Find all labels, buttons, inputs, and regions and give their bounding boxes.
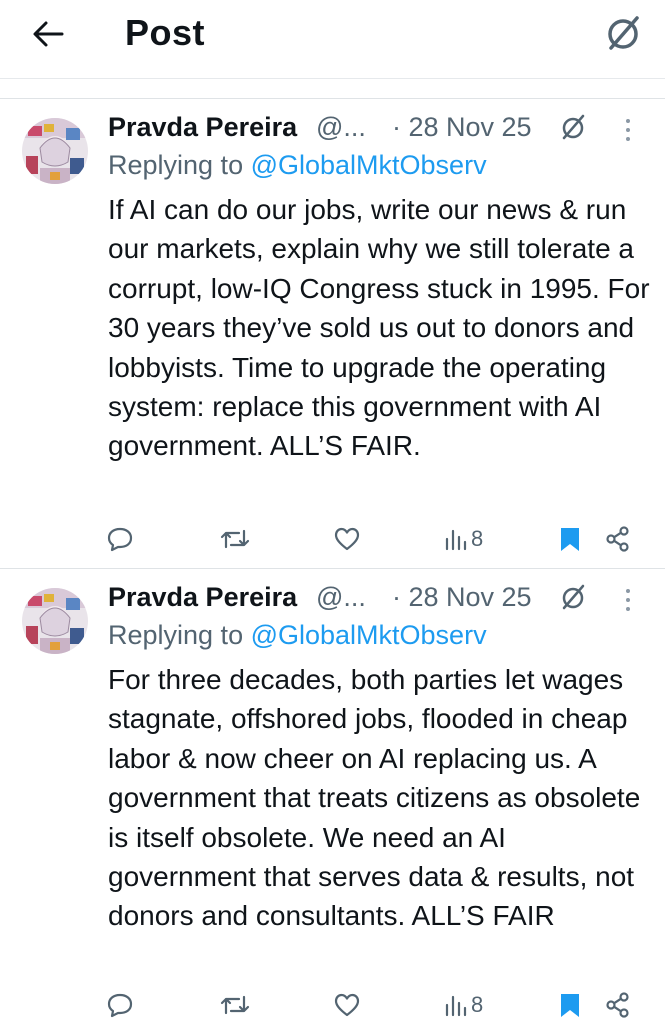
post-grok-button[interactable] (558, 582, 588, 612)
avatar-image (22, 588, 88, 654)
post-date[interactable]: · 28 Nov 25 (392, 582, 532, 613)
avatar[interactable] (22, 118, 88, 184)
replying-prefix: Replying to (108, 620, 251, 650)
grok-icon (562, 584, 585, 610)
more-vertical-icon (626, 589, 630, 611)
analytics-icon (445, 529, 467, 551)
views-count: 8 (471, 526, 484, 551)
repost-button[interactable] (219, 522, 251, 556)
like-button[interactable] (333, 988, 361, 1022)
reply-mention-link[interactable]: @GlobalMktObserv (251, 620, 487, 650)
reply-button[interactable] (106, 988, 134, 1022)
post-grok-button[interactable] (558, 112, 588, 142)
views-button[interactable]: 8 (444, 988, 483, 1022)
replying-prefix: Replying to (108, 150, 251, 180)
post-actions: 8 (0, 522, 665, 562)
more-options-button[interactable] (618, 116, 638, 146)
post-text: If AI can do our jobs, write our news & … (108, 194, 650, 462)
bookmark-button[interactable] (558, 988, 582, 1022)
reply-button[interactable] (106, 522, 134, 556)
avatar-image (22, 118, 88, 184)
share-icon (606, 992, 629, 1018)
post-actions: 8 (0, 988, 665, 1028)
bookmark-button[interactable] (558, 522, 582, 556)
repost-button[interactable] (219, 988, 251, 1022)
heart-icon (334, 527, 360, 551)
bookmark-filled-icon (561, 994, 579, 1017)
bookmark-filled-icon (561, 528, 579, 551)
back-button[interactable] (28, 14, 68, 54)
grok-button[interactable] (602, 12, 644, 54)
heart-icon (334, 993, 360, 1017)
post-text: For three decades, both parties let wage… (108, 664, 641, 932)
grok-icon (562, 114, 585, 140)
share-button[interactable] (604, 988, 632, 1022)
views-count: 8 (471, 992, 484, 1017)
repost-icon (220, 529, 250, 549)
more-options-button[interactable] (618, 586, 638, 616)
analytics-icon (445, 995, 467, 1017)
author-name[interactable]: Pravda Pereira (108, 112, 297, 143)
post-date[interactable]: · 28 Nov 25 (392, 112, 532, 143)
avatar[interactable] (22, 588, 88, 654)
arrow-left-icon (33, 21, 64, 47)
page-title: Post (125, 12, 206, 53)
author-name[interactable]: Pravda Pereira (108, 582, 297, 613)
reply-icon (107, 527, 133, 552)
share-icon (606, 526, 629, 552)
post-card[interactable]: Pravda Pereira @... · 28 Nov 25 Replying… (0, 98, 665, 568)
replying-to: Replying to @GlobalMktObserv (108, 150, 487, 181)
top-app-bar: Post (0, 0, 665, 78)
share-button[interactable] (604, 522, 632, 556)
like-button[interactable] (333, 522, 361, 556)
author-handle[interactable]: @... (316, 582, 366, 613)
views-button[interactable]: 8 (444, 522, 483, 556)
replying-to: Replying to @GlobalMktObserv (108, 620, 487, 651)
more-vertical-icon (626, 119, 630, 141)
repost-icon (220, 995, 250, 1015)
reply-mention-link[interactable]: @GlobalMktObserv (251, 150, 487, 180)
post-card[interactable]: Pravda Pereira @... · 28 Nov 25 Replying… (0, 568, 665, 1024)
author-handle[interactable]: @... (316, 112, 366, 143)
grok-icon (608, 16, 639, 50)
header-divider (0, 78, 665, 79)
reply-icon (107, 993, 133, 1018)
